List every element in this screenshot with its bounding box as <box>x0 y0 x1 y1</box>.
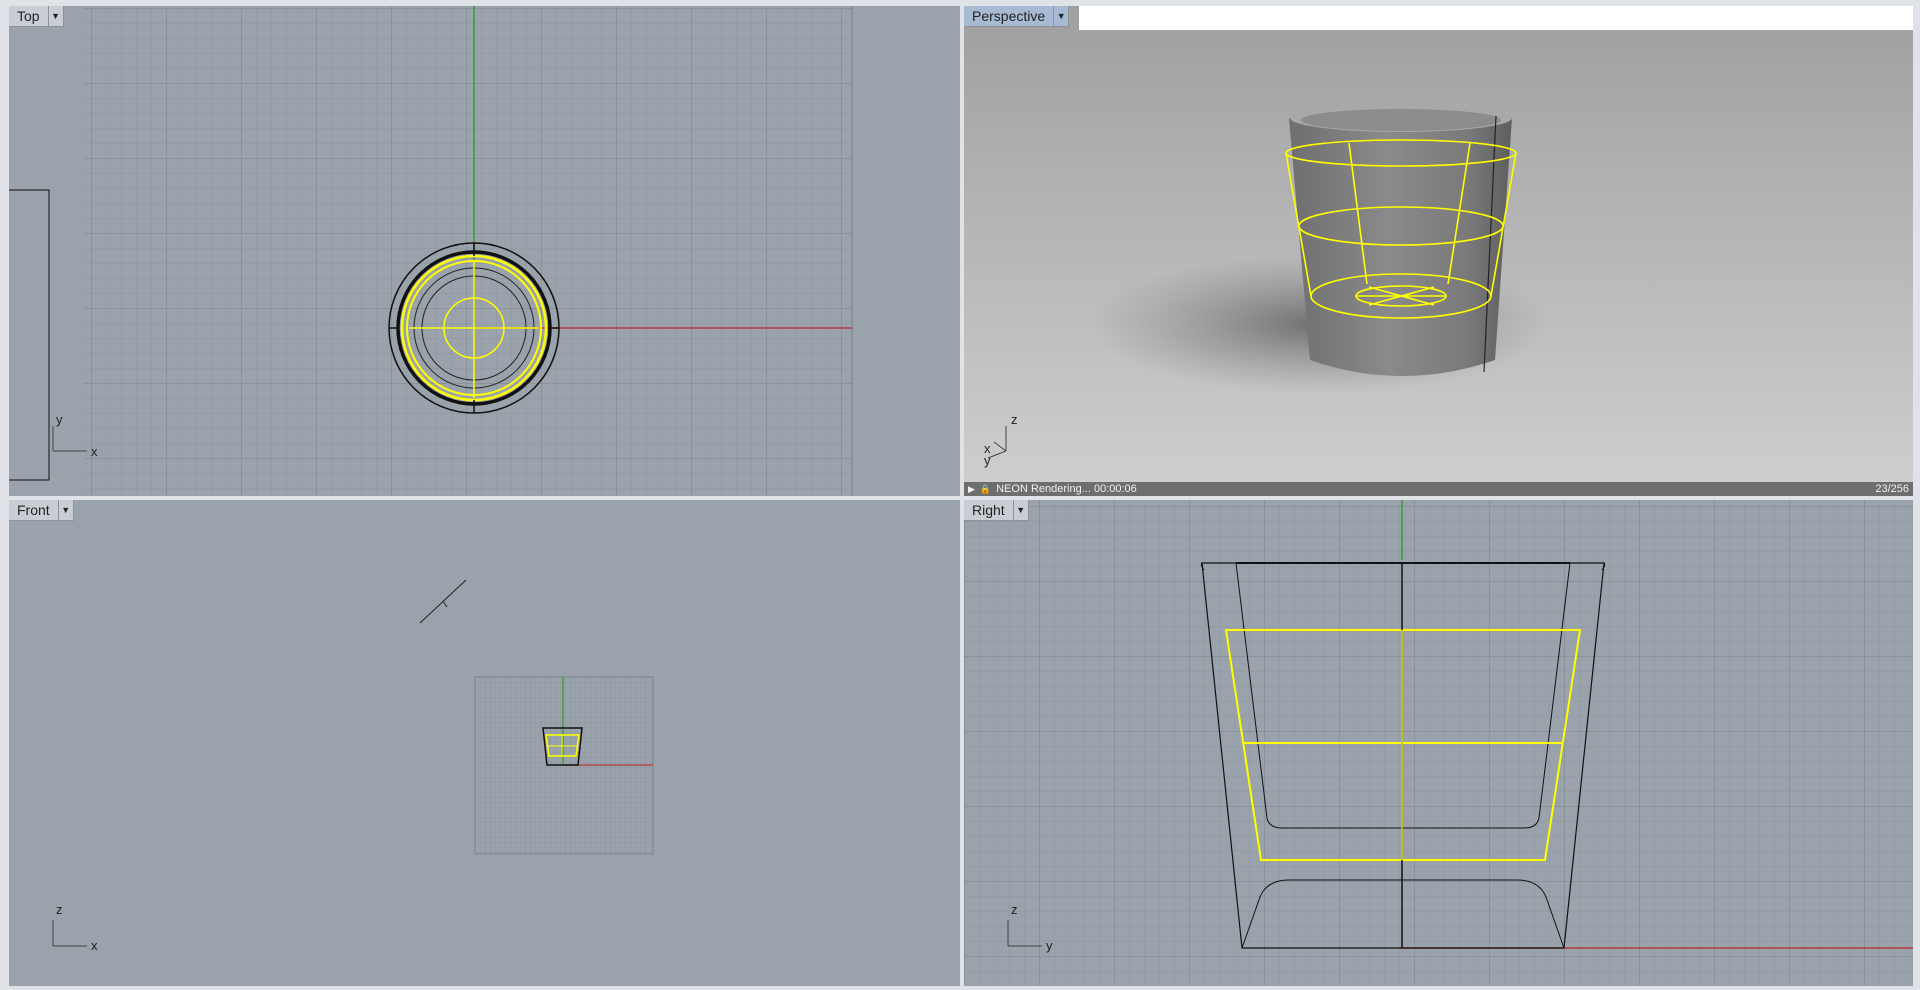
viewport-tab-right[interactable]: Right ▼ <box>964 500 1029 521</box>
chevron-down-icon[interactable]: ▼ <box>47 6 63 26</box>
viewport-label: Right <box>972 502 1005 518</box>
chevron-down-icon[interactable]: ▼ <box>1012 500 1028 520</box>
svg-text:y: y <box>1046 938 1053 953</box>
viewport-label: Top <box>17 8 40 24</box>
viewport-perspective[interactable]: z x y Perspective ▼ ▶ 🔒 NEON Rendering..… <box>964 6 1913 496</box>
viewport-top[interactable]: y x Top ▼ <box>9 6 960 496</box>
viewport-title-strip <box>1079 6 1913 30</box>
render-pass-count: 23/256 <box>1875 483 1909 495</box>
svg-text:y: y <box>984 453 991 468</box>
render-status-text: NEON Rendering... 00:00:06 <box>996 483 1137 495</box>
svg-text:z: z <box>1011 412 1018 427</box>
rendered-cup[interactable] <box>1289 104 1512 376</box>
svg-text:x: x <box>91 938 98 953</box>
svg-text:y: y <box>56 412 63 427</box>
svg-text:z: z <box>1011 902 1018 917</box>
page-outline <box>9 189 50 481</box>
axis-widget: z x <box>52 902 98 953</box>
viewport-tab-perspective[interactable]: Perspective ▼ <box>964 6 1070 27</box>
chevron-down-icon[interactable]: ▼ <box>57 500 73 520</box>
render-status-bar: ▶ 🔒 NEON Rendering... 00:00:06 23/256 <box>964 482 1913 496</box>
svg-text:z: z <box>56 902 63 917</box>
viewport-front[interactable]: z x Front ▼ <box>9 500 960 986</box>
play-icon[interactable]: ▶ <box>968 484 975 495</box>
viewport-right[interactable]: z y Right ▼ <box>964 500 1913 986</box>
svg-text:x: x <box>91 444 98 459</box>
viewport-tab-top[interactable]: Top ▼ <box>9 6 64 27</box>
chevron-down-icon[interactable]: ▼ <box>1053 6 1068 26</box>
viewport-tab-front[interactable]: Front ▼ <box>9 500 74 521</box>
lock-icon[interactable]: 🔒 <box>980 484 991 495</box>
viewport-label: Perspective <box>972 8 1046 24</box>
viewport-label: Front <box>17 502 50 518</box>
